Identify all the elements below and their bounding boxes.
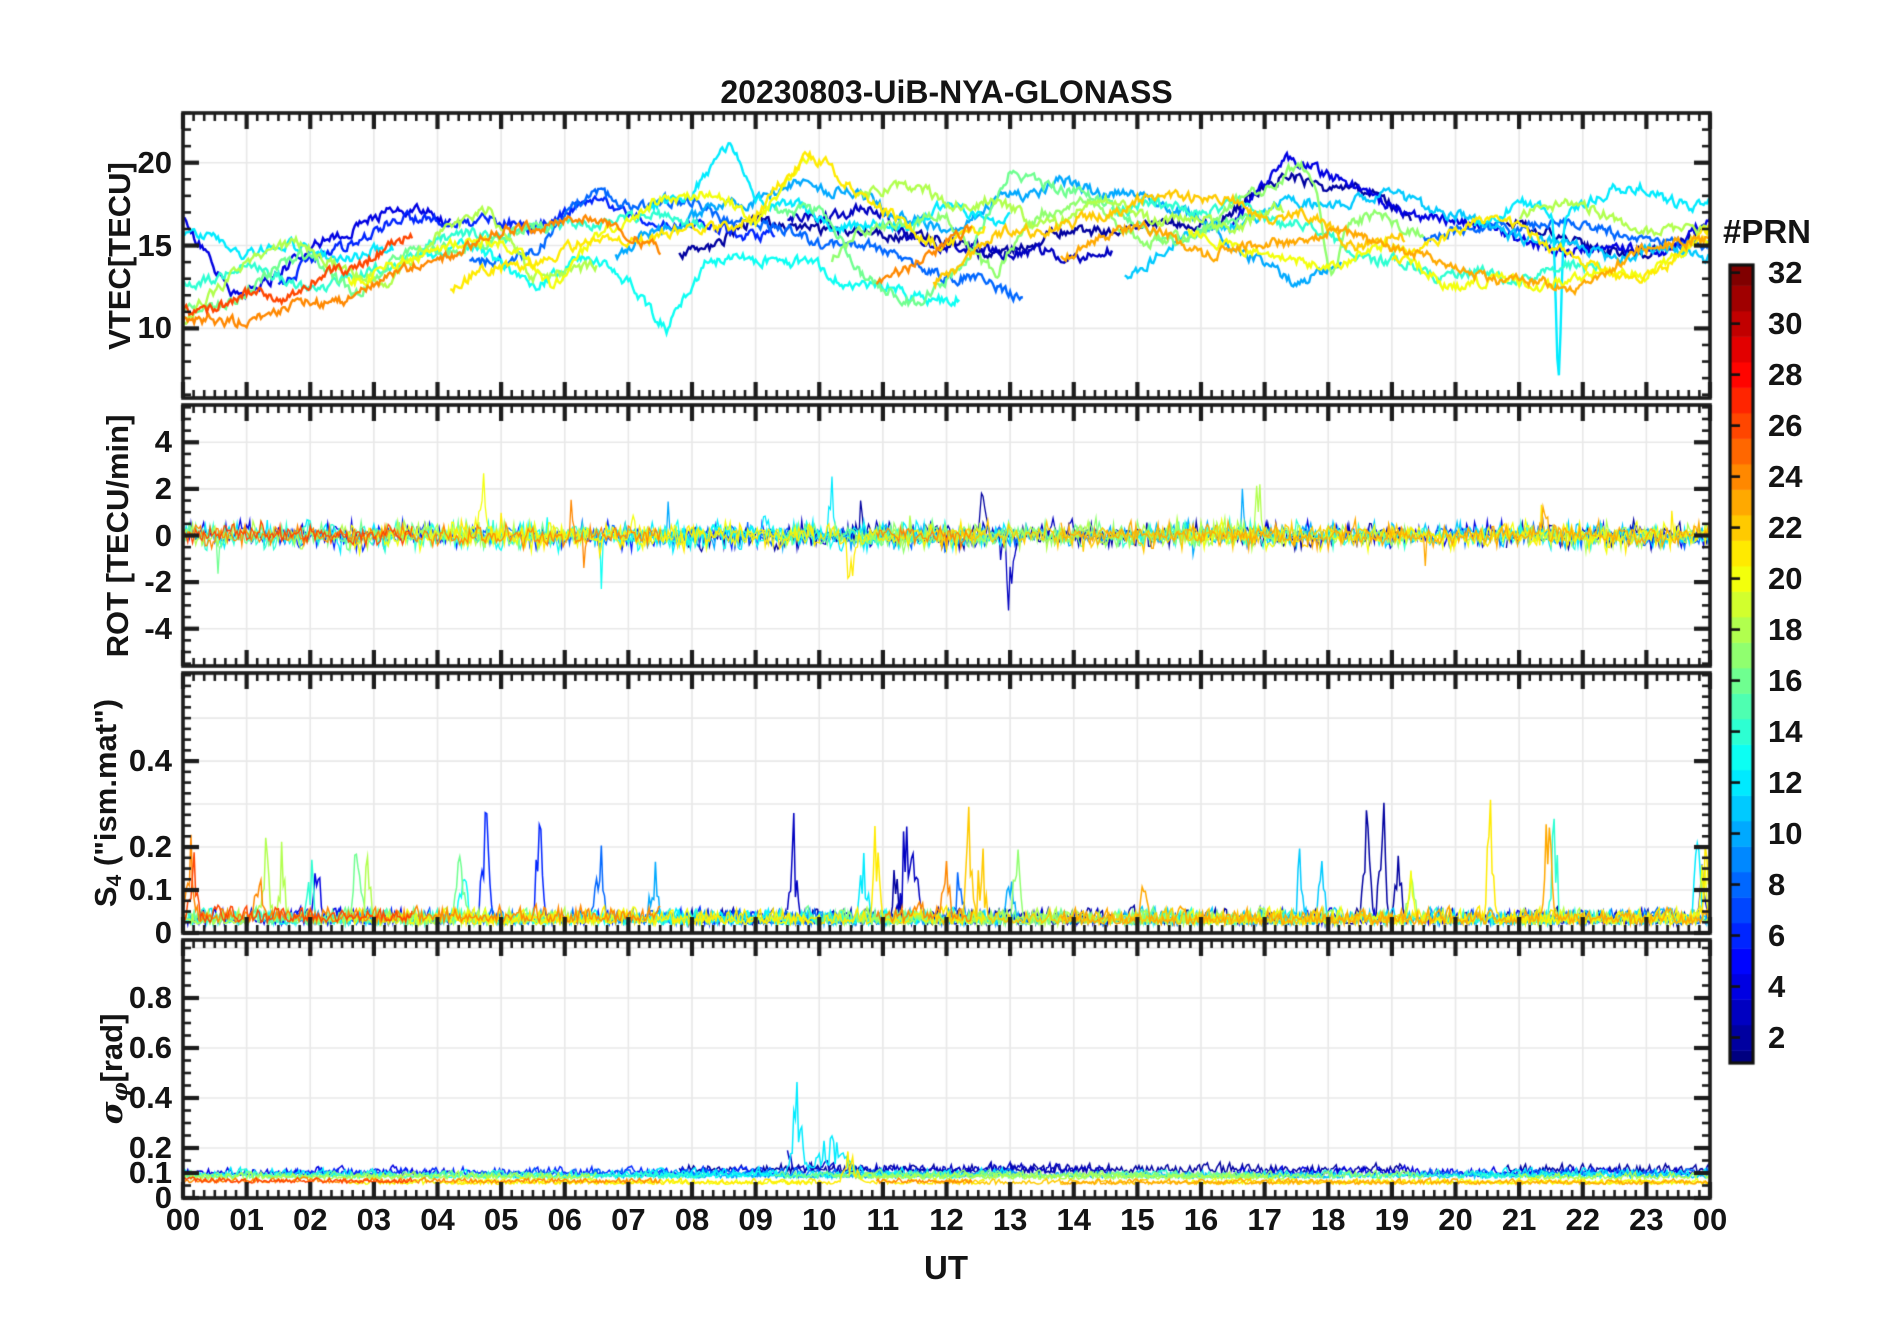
colorbar-tick-label: 24 (1768, 458, 1803, 494)
y-tick-label: 0.1 (128, 872, 172, 908)
x-tick-label: 00 (1692, 1202, 1728, 1237)
y-tick-label: 0.8 (128, 980, 172, 1015)
y-tick-label: 0 (154, 517, 172, 553)
colorbar-tick-label: 22 (1768, 509, 1803, 545)
y-tick-label: 0.4 (128, 1080, 172, 1115)
y-tick-label: 20 (137, 144, 172, 180)
y-tick-label: 4 (154, 424, 172, 460)
colorbar-tick-label: 14 (1768, 713, 1803, 749)
y-tick-label: -4 (144, 610, 172, 646)
colorbar-tick-label: 6 (1768, 917, 1786, 953)
plot-canvas (0, 0, 1902, 1330)
chart-title: 20230803-UiB-NYA-GLONASS (720, 74, 1173, 110)
colorbar-tick-label: 28 (1768, 356, 1803, 392)
y-tick-label: 15 (137, 227, 172, 263)
y-tick-label: 0.2 (128, 829, 172, 865)
colorbar-tick-label: 4 (1768, 968, 1786, 1004)
y-tick-label: 10 (137, 310, 172, 346)
y-tick-label: 0.6 (128, 1030, 172, 1065)
y-tick-label: -2 (144, 564, 172, 600)
y-tick-label: 0.2 (128, 1130, 172, 1165)
colorbar-tick-label: 12 (1768, 764, 1803, 800)
x-axis-label: UT (924, 1249, 968, 1286)
colorbar-tick-label: 26 (1768, 407, 1803, 443)
colorbar-tick-label: 32 (1768, 254, 1803, 290)
y-tick-label: 2 (154, 470, 172, 506)
y-tick-label: 0.4 (128, 743, 172, 779)
colorbar-tick-label: 18 (1768, 611, 1803, 647)
colorbar-tick-label: 2 (1768, 1019, 1786, 1055)
colorbar-tick-label: 10 (1768, 815, 1803, 851)
y-tick-label: 0 (154, 915, 172, 950)
colorbar-title: #PRN (1722, 213, 1812, 250)
colorbar-tick-label: 16 (1768, 662, 1803, 698)
colorbar-tick-label: 8 (1768, 866, 1786, 902)
glonass-scintillation-figure: 20230803-UiB-NYA-GLONASS VTEC[TECU] ROT [… (0, 0, 1902, 1330)
colorbar-tick-label: 20 (1768, 560, 1803, 596)
colorbar-tick-label: 30 (1768, 305, 1803, 341)
